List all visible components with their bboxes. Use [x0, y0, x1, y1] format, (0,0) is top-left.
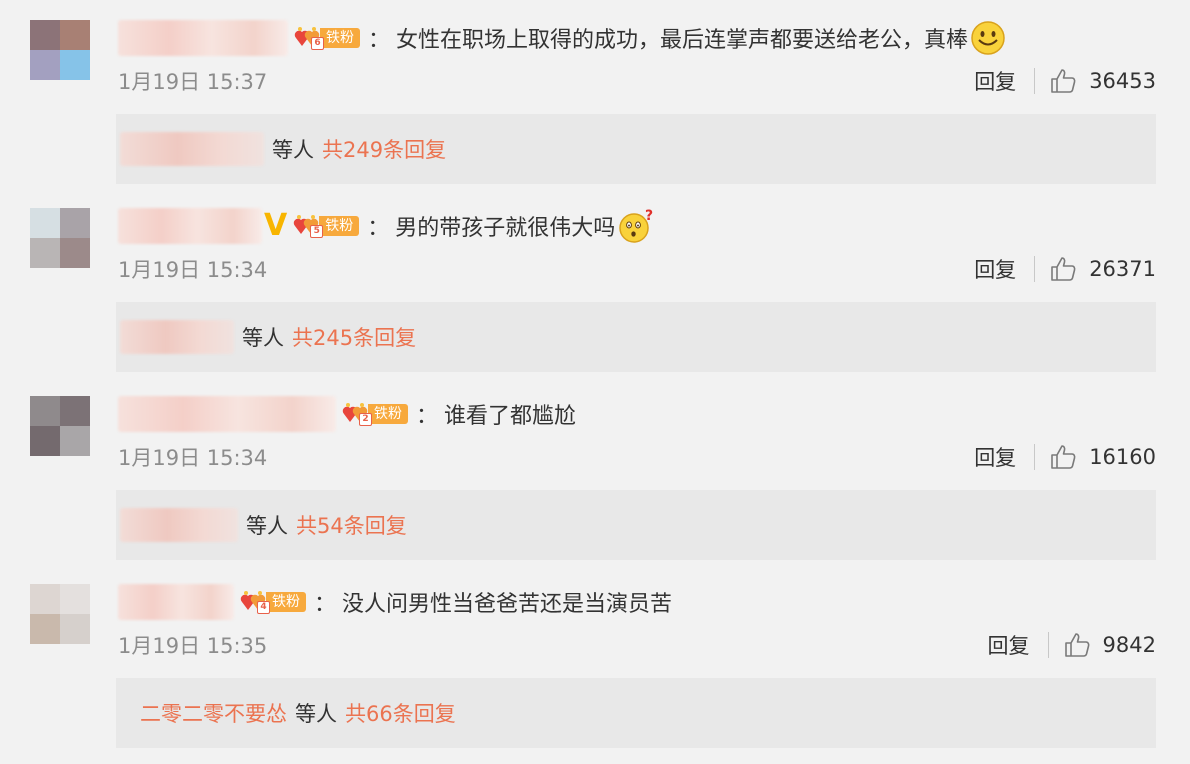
- username-blurred[interactable]: [118, 584, 234, 620]
- fan-hearts-icon: 4: [240, 590, 270, 614]
- replier-blurred: [120, 132, 264, 166]
- replies-suffix: 等人: [272, 138, 314, 162]
- reply-button[interactable]: 回复: [988, 630, 1030, 660]
- fan-hearts-icon: 2: [342, 402, 372, 426]
- reply-button[interactable]: 回复: [974, 254, 1016, 284]
- reply-button[interactable]: 回复: [974, 442, 1016, 472]
- avatar[interactable]: [30, 396, 90, 456]
- comment-time: 1月19日 15:34: [118, 258, 268, 282]
- avatar[interactable]: [30, 208, 90, 268]
- divider: [1034, 256, 1036, 282]
- fan-label: 铁粉: [266, 592, 306, 612]
- fan-badge[interactable]: 6 铁粉: [294, 26, 360, 50]
- fan-label: 铁粉: [320, 28, 360, 48]
- comment-text: 男的带孩子就很伟大吗: [395, 216, 616, 241]
- avatar[interactable]: [30, 584, 90, 644]
- replies-summary[interactable]: 等人 共249条回复: [116, 114, 1156, 184]
- svg-text:?: ?: [645, 208, 653, 224]
- fan-level: 5: [310, 225, 324, 238]
- question-face-icon: ?: [617, 208, 655, 244]
- thumbs-up-icon[interactable]: [1049, 67, 1077, 95]
- thumbs-up-icon[interactable]: [1049, 255, 1077, 283]
- replies-suffix: 等人: [242, 326, 284, 350]
- thumbs-up-icon[interactable]: [1063, 631, 1091, 659]
- fan-level: 6: [311, 37, 324, 50]
- avatar[interactable]: [30, 20, 90, 80]
- thumbs-up-icon[interactable]: [1049, 443, 1077, 471]
- replies-summary[interactable]: 二零二零不要怂 等人 共66条回复: [116, 678, 1156, 748]
- divider: [1034, 68, 1036, 94]
- reply-button[interactable]: 回复: [974, 66, 1016, 96]
- fan-hearts-icon: 6: [294, 26, 324, 50]
- replier-name-link[interactable]: 二零二零不要怂: [140, 698, 287, 728]
- replies-summary[interactable]: 等人 共245条回复: [116, 302, 1156, 372]
- verified-v-icon: V: [264, 208, 288, 243]
- divider: [1047, 632, 1049, 658]
- comment-time: 1月19日 15:35: [118, 634, 268, 658]
- fan-label: 铁粉: [319, 216, 360, 236]
- username-blurred[interactable]: [118, 208, 262, 244]
- comment-item: 2 铁粉 ： 谁看了都尴尬 1月19日 15:34 回复 16160 等人 共5…: [0, 376, 1190, 564]
- colon: ：: [416, 404, 439, 429]
- comment-item: 4 铁粉 ： 没人问男性当爸爸苦还是当演员苦 1月19日 15:35 回复 98…: [0, 564, 1190, 752]
- replier-blurred: [120, 508, 238, 542]
- colon: ：: [367, 216, 390, 241]
- smile-emoji-icon: [970, 20, 1006, 56]
- replies-suffix: 等人: [246, 514, 288, 538]
- like-count: 9842: [1102, 633, 1156, 657]
- comment-item: 6 铁粉 ： 女性在职场上取得的成功，最后连掌声都要送给老公，真棒 1月19日 …: [0, 0, 1190, 188]
- comment-time: 1月19日 15:34: [118, 446, 268, 470]
- fan-level: 4: [257, 601, 270, 614]
- fan-hearts-icon: 5: [293, 214, 324, 238]
- comment-time: 1月19日 15:37: [118, 70, 268, 94]
- fan-badge[interactable]: 2 铁粉: [342, 402, 408, 426]
- comment-list: 6 铁粉 ： 女性在职场上取得的成功，最后连掌声都要送给老公，真棒 1月19日 …: [0, 0, 1190, 764]
- replies-total-link[interactable]: 共249条回复: [322, 134, 446, 164]
- comment-item: V 5 铁粉 ： 男的带孩子就很伟大吗 ? 1月19日 15:34 回复 263…: [0, 188, 1190, 376]
- replies-total-link[interactable]: 共54条回复: [296, 510, 407, 540]
- replier-blurred: [120, 320, 234, 354]
- like-count: 26371: [1089, 257, 1156, 281]
- replies-total-link[interactable]: 共245条回复: [292, 322, 416, 352]
- fan-level: 2: [359, 413, 372, 426]
- comment-text: 没人问男性当爸爸苦还是当演员苦: [342, 592, 673, 617]
- replies-suffix: 等人: [295, 702, 337, 726]
- comment-text: 谁看了都尴尬: [444, 404, 577, 429]
- replies-summary[interactable]: 等人 共54条回复: [116, 490, 1156, 560]
- comment-text: 女性在职场上取得的成功，最后连掌声都要送给老公，真棒: [396, 28, 969, 53]
- like-count: 36453: [1089, 69, 1156, 93]
- like-count: 16160: [1089, 445, 1156, 469]
- fan-badge[interactable]: 5 铁粉: [293, 214, 360, 238]
- colon: ：: [368, 28, 391, 53]
- username-blurred[interactable]: [118, 20, 288, 56]
- replies-total-link[interactable]: 共66条回复: [345, 698, 456, 728]
- fan-badge[interactable]: 4 铁粉: [240, 590, 306, 614]
- colon: ：: [314, 592, 337, 617]
- divider: [1034, 444, 1036, 470]
- username-blurred[interactable]: [118, 396, 336, 432]
- fan-label: 铁粉: [368, 404, 408, 424]
